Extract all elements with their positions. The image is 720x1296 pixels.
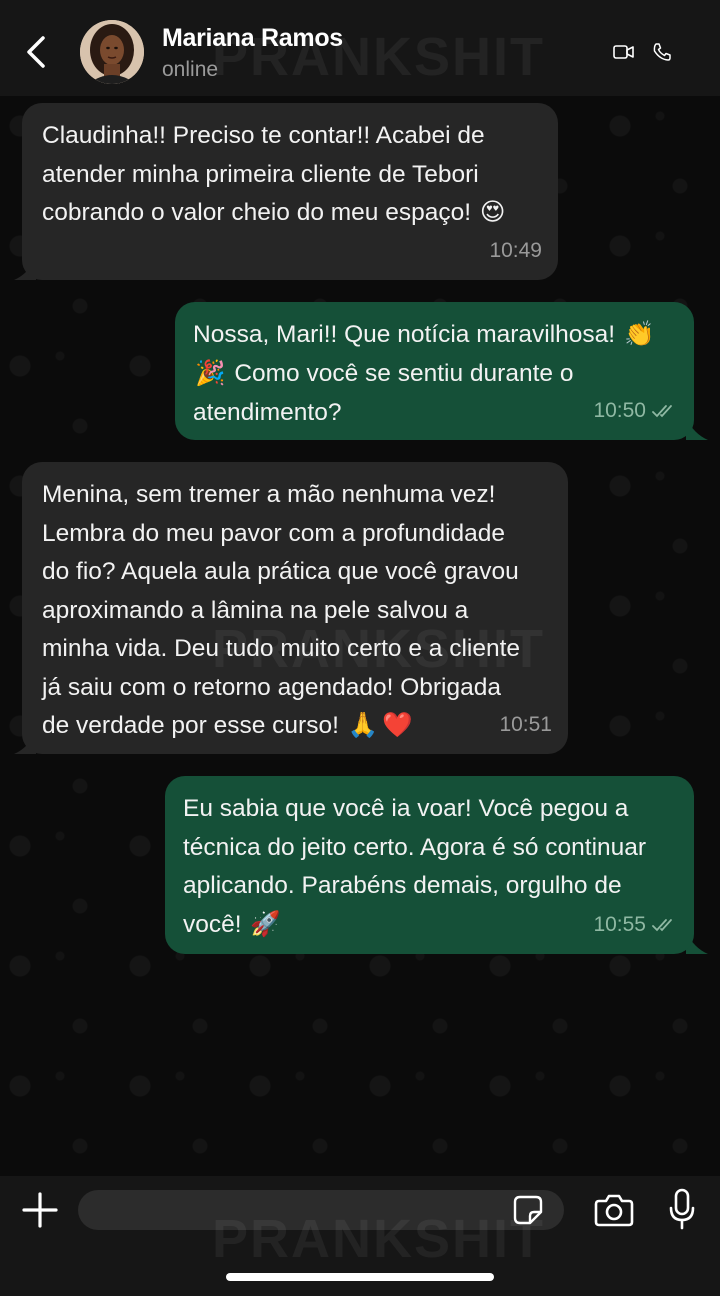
message-line: Claudinha!! Preciso te contar!! Acabei d… (42, 122, 485, 149)
message-line: já saiu com o retorno agendado! Obrigada (42, 673, 501, 701)
message-line: minha vida. Deu tudo muito certo e a cli… (42, 635, 521, 662)
sticker-button[interactable] (512, 1194, 544, 1226)
double-check-icon (652, 404, 672, 418)
emoji-rocket: 🚀 (250, 910, 281, 938)
plus-icon (22, 1192, 58, 1228)
microphone-button[interactable] (668, 1188, 696, 1230)
sticker-icon (513, 1195, 543, 1225)
message-meta: 10:51 (499, 706, 552, 745)
profile-photo-icon (80, 20, 144, 84)
message-time: 10:51 (499, 712, 552, 736)
microphone-icon (669, 1188, 695, 1230)
message-time: 10:49 (489, 238, 542, 262)
message-line: você! (183, 910, 242, 938)
message-line: aproximando a lâmina na pele salvou a (42, 596, 469, 624)
camera-button[interactable] (594, 1192, 634, 1228)
emoji-red-heart: ❤️ (382, 712, 413, 740)
avatar[interactable] (80, 20, 144, 84)
message-line: de verdade por esse curso! (42, 712, 339, 739)
video-call-button[interactable] (612, 42, 636, 62)
message-line: Como você se sentiu durante o (234, 359, 574, 387)
emoji-heart-eyes: 😍 (479, 199, 506, 227)
emoji-clapping-hands: 👏 (623, 321, 655, 349)
message-meta: 10:50 (593, 392, 678, 431)
message-line: Nossa, Mari!! Que notícia maravilhosa! (193, 321, 616, 348)
video-camera-icon (613, 45, 634, 59)
message-line: aplicando. Parabéns demais, orgulho de (183, 872, 622, 899)
message-bubble-incoming[interactable]: Claudinha!! Preciso te contar!! Acabei d… (22, 103, 558, 280)
voice-call-button[interactable] (652, 42, 672, 62)
message-time: 10:50 (593, 398, 646, 422)
message-line: Menina, sem tremer a mão nenhuma vez! (42, 481, 496, 508)
contact-name[interactable]: Mariana Ramos (162, 24, 343, 53)
message-time: 10:55 (593, 912, 646, 936)
phone-icon (653, 43, 671, 61)
message-bubble-outgoing[interactable]: Nossa, Mari!! Que notícia maravilhosa! 👏… (175, 302, 694, 440)
message-line: Lembra do meu pavor com a profundidade (42, 519, 506, 547)
home-indicator[interactable] (226, 1273, 494, 1281)
message-bubble-outgoing[interactable]: Eu sabia que você ia voar! Você pegou a … (165, 776, 694, 954)
back-button[interactable] (20, 32, 52, 72)
double-check-icon (652, 918, 672, 932)
message-text: Menina, sem tremer a mão nenhuma vez! Le… (42, 476, 548, 746)
message-line: atender minha primeira cliente de Tebori (42, 160, 479, 188)
emoji-party-popper: 🎉 (195, 360, 226, 388)
message-meta: 10:55 (593, 906, 678, 945)
camera-icon (594, 1194, 634, 1227)
message-line: Eu sabia que você ia voar! Você pegou a (183, 795, 629, 822)
contact-status: online (162, 58, 219, 81)
emoji-folded-hands: 🙏 (347, 712, 379, 740)
message-line: cobrando o valor cheio do meu espaço! (42, 199, 472, 226)
message-line-with-emoji: cobrando o valor cheio do meu espaço! 😍 (42, 194, 538, 233)
attach-button[interactable] (20, 1190, 60, 1230)
message-line: do fio? Aquela aula prática que você gra… (42, 558, 519, 585)
message-meta: 10:49 (489, 232, 542, 271)
message-text: Claudinha!! Preciso te contar!! Acabei d… (42, 117, 538, 233)
message-line: técnica do jeito certo. Agora é só conti… (183, 833, 647, 861)
message-bubble-incoming[interactable]: Menina, sem tremer a mão nenhuma vez! Le… (22, 462, 568, 754)
message-line-with-emoji: 🎉 Como você se sentiu durante o (193, 355, 676, 394)
message-input[interactable] (78, 1190, 564, 1230)
message-line-with-emoji: de verdade por esse curso! 🙏 ❤️ (42, 707, 548, 746)
message-line-with-emoji: Nossa, Mari!! Que notícia maravilhosa! 👏 (193, 316, 676, 355)
chevron-left-icon (27, 36, 45, 68)
